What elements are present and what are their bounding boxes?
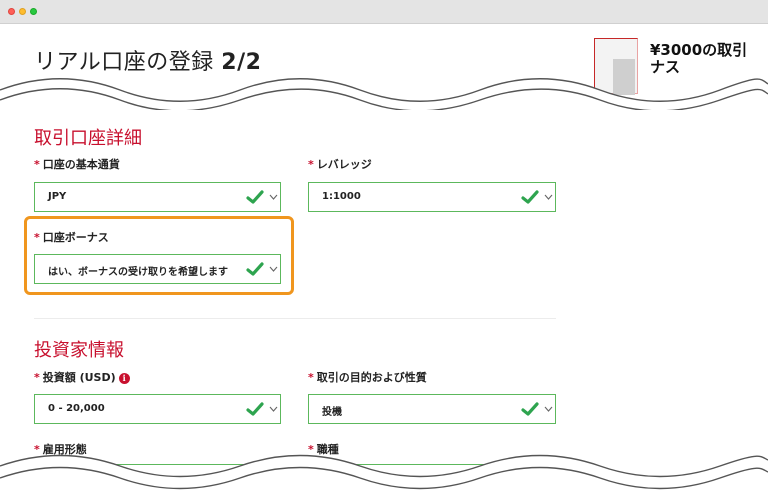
- trading-purpose-value: 投機: [322, 407, 342, 418]
- window-titlebar: [0, 0, 768, 24]
- required-mark: *: [34, 371, 40, 384]
- required-mark: *: [34, 158, 40, 171]
- check-icon: [521, 402, 539, 416]
- account-bonus-value: はい、ボーナスの受け取りを希望します: [48, 267, 228, 278]
- investment-amount-value: 0 - 20,000: [48, 403, 105, 414]
- investment-amount-select[interactable]: 0 - 20,000: [34, 394, 281, 424]
- base-currency-value: JPY: [48, 191, 67, 202]
- required-mark: *: [308, 158, 314, 171]
- label-leverage: * レバレッジ: [308, 156, 372, 172]
- label-trading-purpose: * 取引の目的および性質: [308, 369, 427, 385]
- check-icon: [246, 262, 264, 276]
- section-divider: [34, 318, 556, 319]
- chevron-down-icon[interactable]: [269, 193, 278, 201]
- label-text: 投資額 (USD): [42, 371, 116, 384]
- torn-edge-bottom: [0, 454, 768, 500]
- label-base-currency: * 口座の基本通貨: [34, 156, 120, 172]
- section-title-account-details: 取引口座詳細: [34, 128, 142, 149]
- check-icon: [246, 190, 264, 204]
- chevron-down-icon[interactable]: [544, 193, 553, 201]
- account-bonus-select[interactable]: はい、ボーナスの受け取りを希望します: [34, 254, 281, 284]
- leverage-value: 1:1000: [322, 191, 361, 202]
- chevron-down-icon[interactable]: [544, 405, 553, 413]
- required-mark: *: [308, 371, 314, 384]
- label-text: 口座ボーナス: [42, 231, 109, 244]
- bonus-text-line1: ¥3000の取引: [650, 42, 748, 59]
- chevron-down-icon[interactable]: [269, 405, 278, 413]
- check-icon: [246, 402, 264, 416]
- check-icon: [521, 190, 539, 204]
- leverage-select[interactable]: 1:1000: [308, 182, 556, 212]
- maximize-window-button[interactable]: [30, 8, 37, 15]
- trading-purpose-select[interactable]: 投機: [308, 394, 556, 424]
- chevron-down-icon[interactable]: [269, 265, 278, 273]
- close-window-button[interactable]: [8, 8, 15, 15]
- base-currency-select[interactable]: JPY: [34, 182, 281, 212]
- label-text: 取引の目的および性質: [316, 371, 427, 384]
- label-text: レバレッジ: [316, 158, 372, 171]
- minimize-window-button[interactable]: [19, 8, 26, 15]
- section-title-investor-info: 投資家情報: [34, 340, 124, 361]
- label-account-bonus: * 口座ボーナス: [34, 229, 109, 245]
- label-text: 口座の基本通貨: [42, 158, 120, 171]
- torn-edge-top: [0, 78, 768, 110]
- required-mark: *: [34, 231, 40, 244]
- label-investment-amount: * 投資額 (USD) i: [34, 369, 130, 385]
- info-icon[interactable]: i: [118, 373, 130, 384]
